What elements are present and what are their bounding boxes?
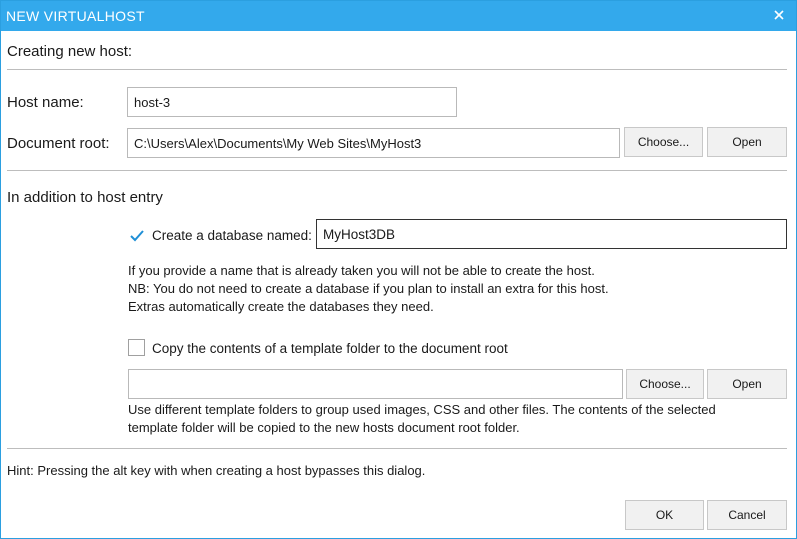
cancel-button[interactable]: Cancel [707,500,787,530]
template-choose-button[interactable]: Choose... [626,369,704,399]
host-name-input[interactable] [127,87,457,117]
database-name-input[interactable] [316,219,787,249]
database-note-line-3: Extras automatically create the database… [128,299,434,314]
document-root-input[interactable] [127,128,620,158]
divider [7,69,787,70]
template-folder-input[interactable] [128,369,623,399]
document-root-open-button[interactable]: Open [707,127,787,157]
document-root-choose-button[interactable]: Choose... [624,127,703,157]
create-database-checkbox[interactable] [128,227,145,244]
hint-text: Hint: Pressing the alt key with when cre… [7,463,426,478]
template-note-line-2: template folder will be copied to the ne… [128,420,520,435]
create-database-label: Create a database named: [152,228,312,243]
database-note-line-1: If you provide a name that is already ta… [128,263,595,278]
database-note-line-2: NB: You do not need to create a database… [128,281,609,296]
addition-heading: In addition to host entry [7,189,163,206]
copy-template-label: Copy the contents of a template folder t… [152,341,508,356]
new-virtualhost-dialog: NEW VIRTUALHOST Creating new host: Host … [0,0,797,539]
title-bar: NEW VIRTUALHOST [1,1,796,31]
close-icon[interactable] [770,6,788,24]
template-note-line-1: Use different template folders to group … [128,402,716,417]
divider [7,448,787,449]
divider [7,170,787,171]
template-open-button[interactable]: Open [707,369,787,399]
creating-heading: Creating new host: [7,43,133,60]
document-root-label: Document root: [7,135,110,152]
ok-button[interactable]: OK [625,500,704,530]
window-title: NEW VIRTUALHOST [6,8,145,24]
host-name-label: Host name: [7,94,84,111]
copy-template-checkbox[interactable] [128,339,145,356]
